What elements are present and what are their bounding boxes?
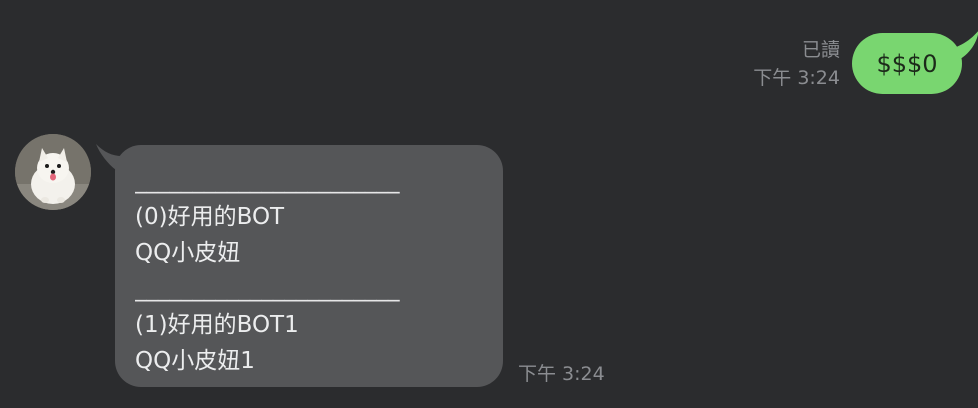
read-status: 已讀 <box>801 39 840 61</box>
bot-entry-owner: QQ小皮妞1 <box>135 348 255 374</box>
bot-entry-title: (0)好用的BOT <box>135 204 285 230</box>
pomeranian-dog-avatar-icon <box>15 134 91 210</box>
outgoing-timestamp: 下午 3:24 <box>753 67 840 89</box>
bot-entry-title: (1)好用的BOT1 <box>135 312 299 338</box>
outgoing-message-text: $$$0 <box>876 49 938 78</box>
separator-line: _______________________ <box>135 168 400 194</box>
outgoing-message-meta: 已讀 下午 3:24 <box>753 36 840 92</box>
outgoing-message-bubble[interactable]: $$$0 <box>852 33 962 94</box>
separator-line: _______________________ <box>135 276 400 302</box>
bot-entry-owner: QQ小皮妞 <box>135 240 241 266</box>
incoming-timestamp: 下午 3:24 <box>518 363 605 385</box>
incoming-message-bubble[interactable]: _______________________ (0)好用的BOT QQ小皮妞 … <box>115 145 503 387</box>
sender-avatar[interactable] <box>15 134 91 210</box>
